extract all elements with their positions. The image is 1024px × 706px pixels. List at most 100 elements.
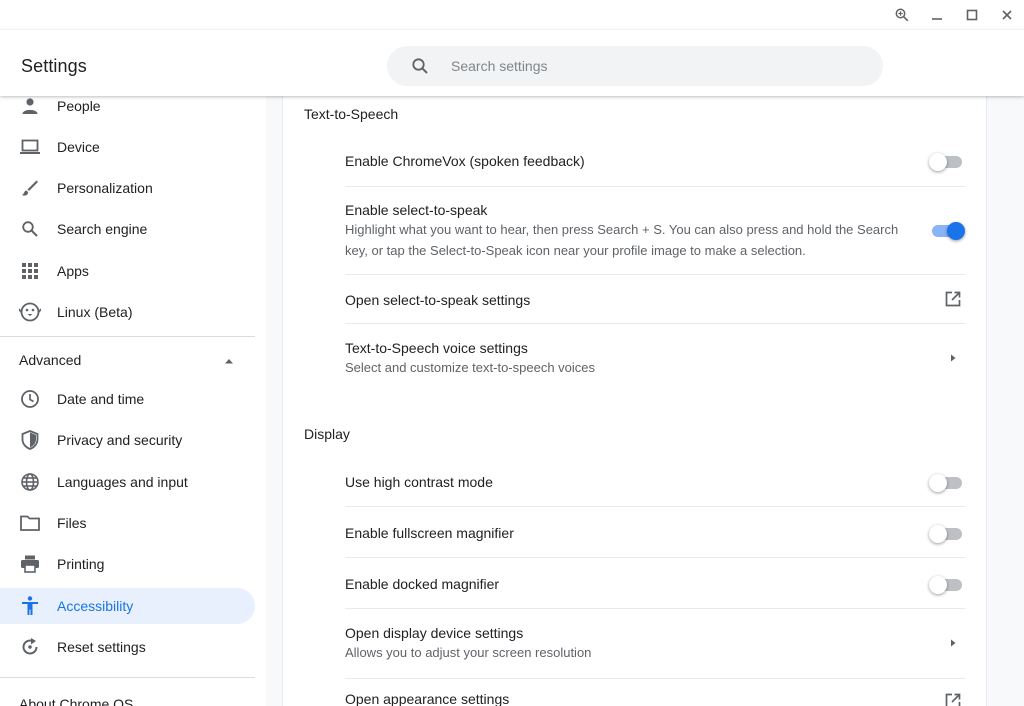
clock-icon [19, 388, 41, 410]
row-divider [345, 678, 965, 679]
tts-voice-settings-label: Text-to-Speech voice settings [345, 340, 528, 356]
row-divider [345, 506, 965, 507]
sidebar-item-label: Linux (Beta) [57, 304, 133, 320]
globe-icon [19, 471, 41, 493]
sidebar-item-label: Personalization [57, 180, 153, 196]
toggle-knob [947, 222, 965, 240]
open-sts-settings-label: Open select-to-speak settings [345, 292, 531, 308]
toggle-knob [929, 576, 947, 594]
zoom-icon[interactable] [884, 0, 919, 30]
sidebar-item-label: Reset settings [57, 639, 146, 655]
sidebar-item-files[interactable]: Files [0, 505, 255, 541]
open-select-to-speak-settings-row[interactable]: Open select-to-speak settings [345, 284, 965, 314]
sidebar-item-date-time[interactable]: Date and time [0, 381, 255, 417]
high-contrast-toggle[interactable] [929, 472, 965, 492]
docked-magnifier-row[interactable]: Enable docked magnifier [345, 568, 965, 598]
sidebar-item-label: Privacy and security [57, 432, 183, 448]
sidebar-divider [0, 677, 255, 678]
docked-magnifier-label: Enable docked magnifier [345, 576, 500, 592]
external-link-icon[interactable] [943, 691, 963, 706]
chromevox-toggle[interactable] [929, 151, 965, 171]
appearance-settings-row[interactable]: Open appearance settings [345, 688, 965, 706]
brush-icon [19, 177, 41, 199]
sidebar-item-privacy-security[interactable]: Privacy and security [0, 422, 255, 458]
row-divider [345, 186, 965, 187]
main-content: Text-to-Speech Enable ChromeVox (spoken … [266, 96, 1024, 706]
printer-icon [19, 553, 41, 575]
toggle-knob [929, 153, 947, 171]
search-icon [410, 56, 430, 76]
settings-header: Settings Search settings [0, 30, 1024, 96]
section-title-tts: Text-to-Speech [304, 106, 399, 122]
select-to-speak-label: Enable select-to-speak [345, 202, 488, 218]
maximize-icon[interactable] [954, 0, 989, 30]
linux-penguin-icon [19, 301, 41, 323]
advanced-label: Advanced [19, 352, 82, 368]
minimize-icon[interactable] [919, 0, 954, 30]
sidebar-item-linux[interactable]: Linux (Beta) [0, 294, 255, 330]
sidebar-item-label: People [57, 98, 101, 114]
sidebar-divider [0, 336, 255, 337]
laptop-icon [19, 136, 41, 158]
select-to-speak-row[interactable]: Enable select-to-speak Highlight what yo… [345, 196, 965, 266]
sidebar-item-label: Languages and input [57, 474, 188, 490]
sidebar-item-search-engine[interactable]: Search engine [0, 211, 255, 247]
folder-icon [19, 512, 41, 534]
select-to-speak-toggle[interactable] [929, 220, 965, 240]
search-box[interactable]: Search settings [387, 46, 883, 86]
external-link-icon[interactable] [943, 289, 963, 309]
row-divider [345, 557, 965, 558]
tts-voice-settings-description: Select and customize text-to-speech voic… [345, 360, 596, 375]
close-icon[interactable] [989, 0, 1024, 30]
sidebar-item-label: Printing [57, 556, 105, 572]
sidebar-item-label: Device [57, 139, 100, 155]
shield-icon [19, 429, 41, 451]
select-to-speak-description-line2: key, or tap the Select-to-Speak icon nea… [345, 243, 806, 258]
sidebar-item-label: Accessibility [57, 598, 134, 614]
select-to-speak-description-line1: Highlight what you want to hear, then pr… [345, 222, 899, 237]
accessibility-icon [19, 595, 41, 617]
display-device-settings-row[interactable]: Open display device settings Allows you … [345, 618, 965, 668]
caret-up-icon [222, 354, 236, 368]
toggle-knob [929, 474, 947, 492]
sidebar-item-apps[interactable]: Apps [0, 253, 255, 289]
display-device-settings-label: Open display device settings [345, 625, 524, 641]
sidebar-item-personalization[interactable]: Personalization [0, 170, 255, 206]
fullscreen-magnifier-label: Enable fullscreen magnifier [345, 525, 514, 541]
row-divider [345, 323, 965, 324]
accessibility-card: Text-to-Speech Enable ChromeVox (spoken … [282, 96, 987, 706]
sidebar-item-people[interactable]: People [0, 96, 255, 124]
search-input[interactable]: Search settings [451, 58, 548, 74]
chromevox-label: Enable ChromeVox (spoken feedback) [345, 153, 585, 169]
person-icon [19, 96, 41, 117]
fullscreen-magnifier-row[interactable]: Enable fullscreen magnifier [345, 517, 965, 547]
sidebar-item-languages[interactable]: Languages and input [0, 464, 255, 500]
sidebar: People Device Personalization Search eng… [0, 96, 266, 706]
sidebar-advanced-toggle[interactable]: Advanced [0, 342, 255, 378]
sidebar-item-about[interactable]: About Chrome OS [19, 696, 133, 706]
chevron-right-icon [943, 348, 963, 368]
tts-voice-settings-row[interactable]: Text-to-Speech voice settings Select and… [345, 333, 965, 383]
reset-icon [19, 636, 41, 658]
chromevox-row[interactable]: Enable ChromeVox (spoken feedback) [345, 146, 965, 176]
high-contrast-row[interactable]: Use high contrast mode [345, 466, 965, 496]
high-contrast-label: Use high contrast mode [345, 474, 493, 490]
appearance-settings-label: Open appearance settings [345, 691, 510, 706]
sidebar-item-reset-settings[interactable]: Reset settings [0, 629, 255, 665]
display-device-settings-description: Allows you to adjust your screen resolut… [345, 645, 592, 660]
sidebar-item-label: Files [57, 515, 87, 531]
toggle-knob [929, 525, 947, 543]
sidebar-item-printing[interactable]: Printing [0, 546, 255, 582]
fullscreen-magnifier-toggle[interactable] [929, 523, 965, 543]
window-controls [884, 0, 1024, 30]
row-divider [345, 608, 965, 609]
chevron-right-icon [943, 633, 963, 653]
page-title: Settings [21, 56, 87, 76]
docked-magnifier-toggle[interactable] [929, 574, 965, 594]
sidebar-item-label: Search engine [57, 221, 148, 237]
apps-grid-icon [19, 260, 41, 282]
sidebar-item-device[interactable]: Device [0, 129, 255, 165]
sidebar-item-label: Date and time [57, 391, 145, 407]
sidebar-item-accessibility[interactable]: Accessibility [0, 588, 255, 624]
section-title-display: Display [304, 426, 350, 442]
